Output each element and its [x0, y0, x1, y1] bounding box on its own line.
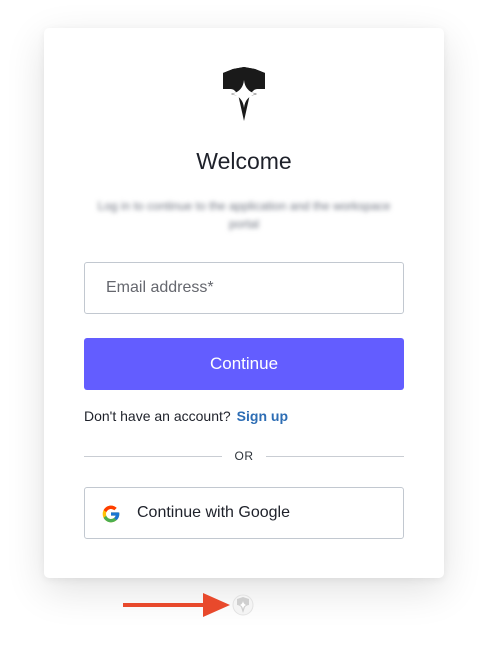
google-button-label: Continue with Google	[137, 504, 290, 521]
shield-logo-icon	[223, 67, 265, 121]
google-icon	[102, 505, 120, 523]
page: Welcome Log in to continue to the applic…	[0, 0, 485, 667]
email-placeholder: Email address*	[106, 279, 214, 296]
login-card: Welcome Log in to continue to the applic…	[44, 28, 444, 578]
email-field[interactable]: Email address*	[84, 262, 404, 314]
signup-prompt: Don't have an account?	[84, 408, 231, 424]
divider-text: OR	[234, 449, 254, 463]
divider-line-left	[84, 456, 222, 457]
or-divider: OR	[84, 446, 404, 466]
continue-button[interactable]: Continue	[84, 338, 404, 390]
shield-badge-icon[interactable]	[232, 593, 254, 617]
page-title: Welcome	[196, 148, 292, 174]
google-login-button[interactable]: Continue with Google	[84, 487, 404, 539]
red-arrow-icon	[123, 593, 230, 617]
divider-line-right	[266, 456, 404, 457]
signup-link[interactable]: Sign up	[237, 408, 288, 424]
subtitle-text: Log in to continue to the application an…	[97, 199, 391, 231]
signup-row: Don't have an account? Sign up	[84, 408, 288, 424]
